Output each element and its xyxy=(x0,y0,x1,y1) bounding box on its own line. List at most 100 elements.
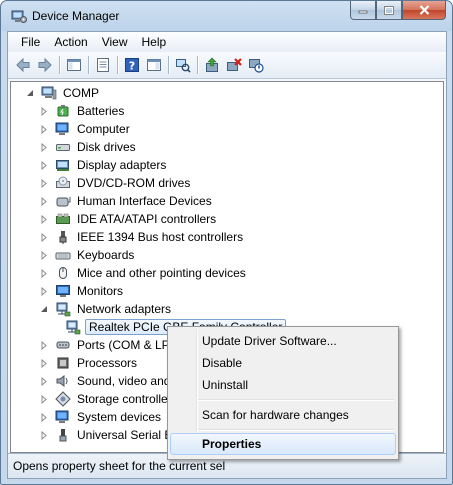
expand-arrow-icon[interactable] xyxy=(39,282,49,300)
menu-action[interactable]: Action xyxy=(47,33,94,51)
back-button[interactable] xyxy=(12,54,34,76)
show-hide-action-pane-button[interactable] xyxy=(143,54,165,76)
show-hide-console-tree-icon xyxy=(67,59,81,71)
update-driver-button[interactable] xyxy=(201,54,223,76)
tree-category-disk-drives[interactable]: Disk drives xyxy=(39,138,138,156)
expand-arrow-icon[interactable] xyxy=(39,336,49,354)
menu-help[interactable]: Help xyxy=(135,33,174,51)
tree-root[interactable]: COMP xyxy=(25,84,101,102)
tree-category-human-interface-devices[interactable]: Human Interface Devices xyxy=(39,192,214,210)
tree-category-processors[interactable]: Processors xyxy=(39,354,139,372)
context-menu: Update Driver Software... Disable Uninst… xyxy=(167,326,399,460)
sound-icon xyxy=(55,373,71,389)
computer-icon xyxy=(55,121,71,137)
tree-category-ide-ata-atapi-controllers[interactable]: IDE ATA/ATAPI controllers xyxy=(39,210,218,228)
tree-category-storage-controllers[interactable]: Storage controllers xyxy=(39,390,180,408)
title-bar[interactable]: Device Manager xyxy=(1,1,452,31)
uninstall-button[interactable] xyxy=(223,54,245,76)
device-manager-window: Device Manager File Action View Help ? C… xyxy=(0,0,453,485)
help-button[interactable]: ? xyxy=(121,54,143,76)
monitor-icon xyxy=(55,283,71,299)
menu-uninstall[interactable]: Uninstall xyxy=(170,374,396,396)
tree-category-keyboards[interactable]: Keyboards xyxy=(39,246,136,264)
expand-arrow-icon[interactable] xyxy=(39,138,49,156)
menu-properties[interactable]: Properties xyxy=(170,433,396,455)
expand-arrow-icon[interactable] xyxy=(39,264,49,282)
menu-separator xyxy=(198,429,394,430)
toolbar-separator xyxy=(59,56,60,74)
minimize-button[interactable] xyxy=(350,1,376,20)
disable-button[interactable] xyxy=(245,54,267,76)
hid-icon xyxy=(55,193,71,209)
tree-category-label: Display adapters xyxy=(77,158,167,172)
expand-arrow-icon[interactable] xyxy=(39,174,49,192)
tree-category-computer[interactable]: Computer xyxy=(39,120,132,138)
collapse-arrow-icon[interactable] xyxy=(25,84,35,102)
svg-text:?: ? xyxy=(129,60,135,73)
expand-arrow-icon[interactable] xyxy=(39,192,49,210)
expand-arrow-icon[interactable] xyxy=(39,228,49,246)
menu-disable[interactable]: Disable xyxy=(170,352,396,374)
menu-separator xyxy=(198,399,394,400)
back-arrow-icon xyxy=(16,57,30,73)
tree-category-ieee-1394-bus-host-controllers[interactable]: IEEE 1394 Bus host controllers xyxy=(39,228,245,246)
tree-category-label: IEEE 1394 Bus host controllers xyxy=(77,230,244,244)
toolbar-separator xyxy=(197,56,198,74)
expand-arrow-icon[interactable] xyxy=(39,354,49,372)
menu-scan-hardware-changes[interactable]: Scan for hardware changes xyxy=(170,404,396,426)
network-adapter-icon xyxy=(65,319,81,335)
show-hide-console-tree-button[interactable] xyxy=(63,54,85,76)
show-hide-action-pane-icon xyxy=(147,59,161,71)
expand-arrow-icon[interactable] xyxy=(39,408,49,426)
expand-arrow-icon[interactable] xyxy=(39,390,49,408)
tree-category-label: Processors xyxy=(77,356,138,370)
menu-view[interactable]: View xyxy=(95,33,135,51)
port-icon xyxy=(55,337,71,353)
ieee1394-icon xyxy=(55,229,71,245)
expand-arrow-icon[interactable] xyxy=(39,210,49,228)
tree-category-ports-com-lpt[interactable]: Ports (COM & LPT) xyxy=(39,336,183,354)
expand-arrow-icon[interactable] xyxy=(39,426,49,444)
mouse-icon xyxy=(55,265,71,281)
tree-category-dvd-cd-rom-drives[interactable]: DVD/CD-ROM drives xyxy=(39,174,192,192)
usb-icon xyxy=(55,427,71,443)
disable-icon xyxy=(249,59,264,73)
scan-hardware-changes-icon xyxy=(176,59,191,73)
toolbar: ? xyxy=(8,52,446,79)
help-icon: ? xyxy=(125,58,139,73)
close-icon xyxy=(419,5,429,15)
disk-drive-icon xyxy=(55,139,71,155)
maximize-button[interactable] xyxy=(376,1,402,20)
menu-update-driver-software[interactable]: Update Driver Software... xyxy=(170,330,396,352)
tree-category-label: Disk drives xyxy=(77,140,136,154)
computer-root-icon xyxy=(41,85,57,101)
tree-category-batteries[interactable]: Batteries xyxy=(39,102,126,120)
tree-category-label: Keyboards xyxy=(77,248,135,262)
expand-arrow-icon[interactable] xyxy=(39,372,49,390)
network-adapter-icon xyxy=(55,301,71,317)
scan-hardware-changes-button[interactable] xyxy=(172,54,194,76)
maximize-icon xyxy=(384,5,394,15)
forward-button[interactable] xyxy=(34,54,56,76)
menu-file[interactable]: File xyxy=(14,33,47,51)
tree-category-label: Computer xyxy=(77,122,130,136)
uninstall-icon xyxy=(227,58,242,71)
tree-category-label: System devices xyxy=(77,410,162,424)
expand-arrow-icon[interactable] xyxy=(39,120,49,138)
expand-arrow-icon[interactable] xyxy=(39,156,49,174)
tree-category-network-adapters[interactable]: Network adapters xyxy=(39,300,173,318)
close-button[interactable] xyxy=(402,1,446,20)
tree-category-label: DVD/CD-ROM drives xyxy=(77,176,191,190)
tree-category-system-devices[interactable]: System devices xyxy=(39,408,163,426)
tree-category-label: IDE ATA/ATAPI controllers xyxy=(77,212,217,226)
display-adapter-icon xyxy=(55,157,71,173)
tree-category-mice-and-other-pointing-devices[interactable]: Mice and other pointing devices xyxy=(39,264,248,282)
tree-category-monitors[interactable]: Monitors xyxy=(39,282,125,300)
tree-category-display-adapters[interactable]: Display adapters xyxy=(39,156,168,174)
expand-arrow-icon[interactable] xyxy=(39,102,49,120)
collapse-arrow-icon[interactable] xyxy=(39,300,49,318)
storage-controller-icon xyxy=(55,391,71,407)
expand-arrow-icon[interactable] xyxy=(39,246,49,264)
properties-button[interactable] xyxy=(92,54,114,76)
tree-category-label: Mice and other pointing devices xyxy=(77,266,246,280)
